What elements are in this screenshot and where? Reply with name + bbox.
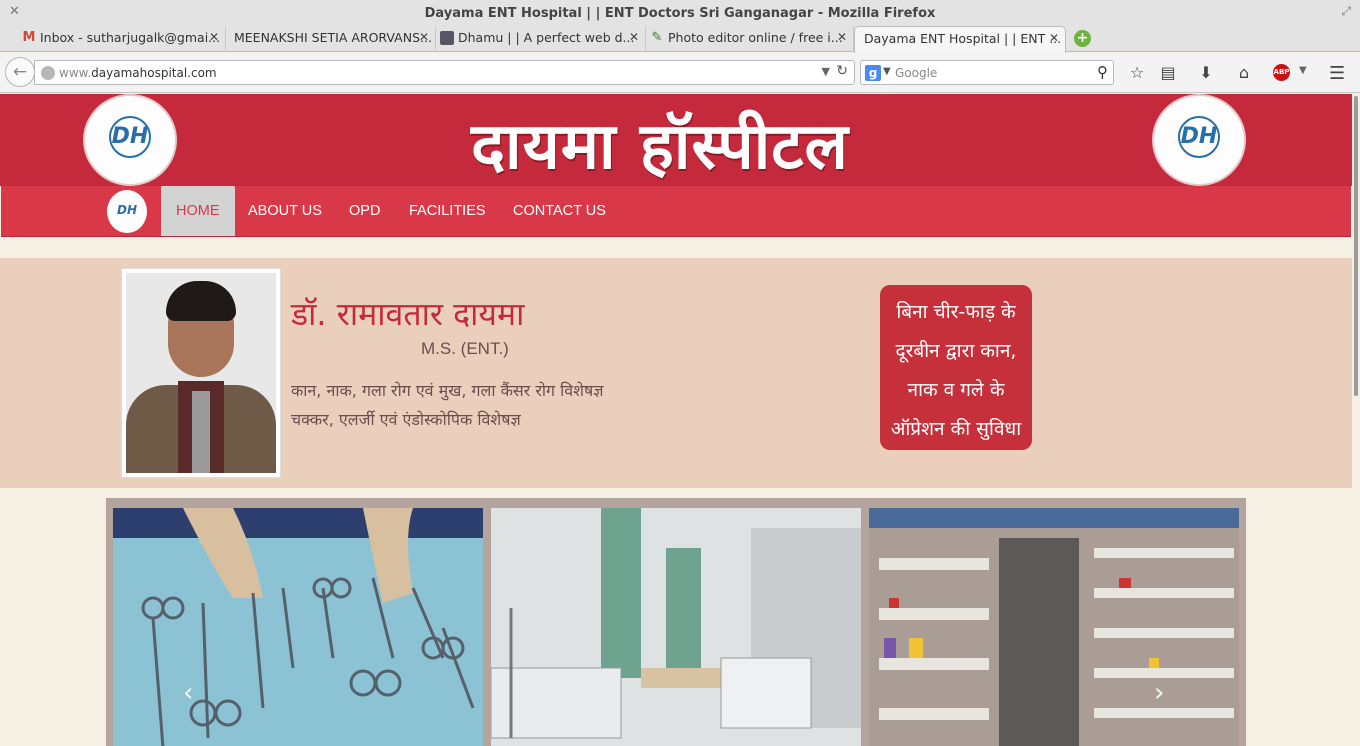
hospital-logo-right[interactable]: DH [1154,96,1244,184]
doctor-degree: M.S. (ENT.) [421,339,509,358]
window-titlebar: ✕ Dayama ENT Hospital | | ENT Doctors Sr… [0,0,1360,26]
carousel-prev-icon[interactable]: ‹ [183,678,193,708]
url-text: www.dayamahospital.com [59,66,217,80]
search-input[interactable] [895,64,1075,82]
tab-label: Dayama ENT Hospital | | ENT ... [864,31,1062,46]
hospital-logo-left[interactable]: DH [85,96,175,184]
new-tab-plus-icon[interactable]: + [1074,30,1091,47]
pharmacy-shelves-image: › [869,508,1239,746]
history-dropdown-icon[interactable]: ▼ [822,65,830,78]
tab-label: Dhamu | | A perfect web d... [458,30,635,45]
tab-meenakshi[interactable]: MEENAKSHI SETIA ARORVANS... ✕ [226,26,436,52]
hamburger-menu-icon[interactable]: ☰ [1329,63,1345,84]
bookmark-star-icon[interactable]: ☆ [1127,63,1147,83]
main-nav: DH HOME ABOUT US OPD FACILITIES CONTACT … [1,186,1351,237]
tab-close-icon[interactable]: ✕ [209,30,219,44]
back-arrow-icon[interactable]: ← [5,57,35,87]
window-maximize-icon[interactable]: ⤢ [1341,4,1351,19]
doctor-profile: डॉ. रामावतार दायमा M.S. (ENT.) कान, नाक,… [0,258,1352,488]
nav-contact-us[interactable]: CONTACT US [513,186,606,236]
pencil-icon: ✎ [651,30,663,45]
nav-home[interactable]: HOME [161,186,235,236]
doctor-specialty-1: कान, नाक, गला रोग एवं मुख, गला कैंसर रोग… [291,381,604,400]
nav-opd[interactable]: OPD [349,186,380,236]
nav-facilities[interactable]: FACILITIES [409,186,486,236]
surgical-instruments-image: ‹ [113,508,483,746]
web-page: DH दायमा हॉस्पीटल DH DH HOME ABOUT US OP… [0,94,1352,746]
tab-label: MEENAKSHI SETIA ARORVANS... [234,30,432,45]
google-icon[interactable]: g [865,65,881,81]
doctor-name: डॉ. रामावतार दायमा [291,295,525,333]
window-title: Dayama ENT Hospital | | ENT Doctors Sri … [424,6,936,21]
tab-dhamu[interactable]: Dhamu | | A perfect web d... ✕ [436,26,646,52]
bookmarks-list-icon[interactable]: ▤ [1158,63,1178,83]
url-bar[interactable]: www.dayamahospital.com ▼ ↻ [34,60,855,85]
tab-photo-editor[interactable]: ✎ Photo editor online / free i... ✕ [646,26,854,52]
tab-strip: M Inbox - sutharjugalk@gmai... ✕ MEENAKS… [0,26,1360,53]
adblock-icon[interactable]: ABP [1273,64,1290,81]
download-icon[interactable]: ⬇ [1196,63,1216,83]
tab-inbox[interactable]: M Inbox - sutharjugalk@gmai... ✕ [18,26,226,52]
tab-close-icon[interactable]: ✕ [1049,31,1059,45]
nav-logo[interactable]: DH [107,190,147,233]
home-icon[interactable]: ⌂ [1234,63,1254,83]
reload-icon[interactable]: ↻ [836,63,848,79]
nav-about-us[interactable]: ABOUT US [248,186,322,236]
carousel-next-icon[interactable]: › [1154,678,1164,708]
site-title: दायमा हॉस्पीटल [471,110,849,184]
browser-navbar: ← www.dayamahospital.com ▼ ↻ g ▼ ⚲ ☆ ▤ ⬇… [0,53,1360,93]
scrollbar-thumb[interactable] [1354,96,1358,396]
tab-label: Photo editor online / free i... [668,30,843,45]
image-carousel: ‹ › [106,498,1246,746]
tab-close-icon[interactable]: ✕ [837,30,847,44]
gmail-icon: M [22,30,36,45]
tab-close-icon[interactable]: ✕ [629,30,639,44]
globe-icon [41,66,55,80]
adblock-dropdown-icon[interactable]: ▼ [1299,65,1307,76]
tab-dayama[interactable]: Dayama ENT Hospital | | ENT ... ✕ [854,26,1066,53]
promo-box: बिना चीर-फाड़ के दूरबीन द्वारा कान, नाक … [880,285,1032,450]
search-bar[interactable]: g ▼ ⚲ [860,60,1114,85]
profile-icon [440,31,454,45]
tab-close-icon[interactable]: ✕ [419,30,429,44]
site-banner: DH दायमा हॉस्पीटल DH [0,94,1352,186]
ward-beds-image [491,508,861,746]
tab-label: Inbox - sutharjugalk@gmai... [40,30,221,45]
engine-dropdown-icon[interactable]: ▼ [883,66,891,77]
doctor-specialty-2: चक्कर, एलर्जी एवं एंडोस्कोपिक विशेषज्ञ [291,410,521,429]
search-icon[interactable]: ⚲ [1097,63,1108,81]
doctor-photo [121,268,281,478]
